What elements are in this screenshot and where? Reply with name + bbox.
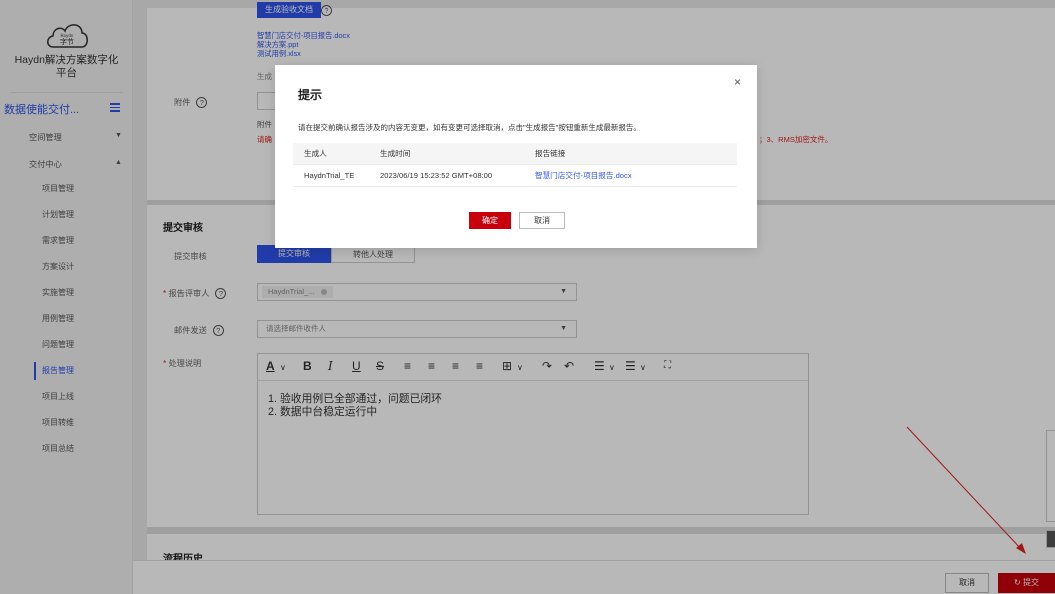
close-icon[interactable]: × — [734, 75, 741, 89]
dialog-ok-button[interactable]: 确定 — [469, 212, 511, 229]
table-header-row: 生成人 生成时间 报告链接 — [293, 143, 737, 165]
creator-cell: HaydnTrial_TE — [304, 171, 355, 180]
column-header: 生成人 — [304, 149, 327, 158]
dialog-cancel-button[interactable]: 取消 — [519, 212, 565, 229]
dialog-title: 提示 — [298, 88, 323, 102]
table-row: HaydnTrial_TE 2023/06/19 15:23:52 GMT+08… — [293, 165, 737, 187]
column-header: 报告链接 — [535, 149, 566, 158]
confirm-dialog: 提示 × 请在提交前确认报告涉及的内容无变更，如有变更可选择取消，点击"生成报告… — [275, 65, 757, 248]
time-cell: 2023/06/19 15:23:52 GMT+08:00 — [380, 171, 493, 180]
column-header: 生成时间 — [380, 149, 411, 158]
report-table: 生成人 生成时间 报告链接 HaydnTrial_TE 2023/06/19 1… — [293, 143, 737, 187]
report-link[interactable]: 智慧门店交付-项目报告.docx — [535, 165, 632, 187]
app-root: Haydn 字节 Haydn解决方案数字化 平台 数据使能交付... 空间管理 … — [0, 0, 1055, 594]
dialog-message: 请在提交前确认报告涉及的内容无变更，如有变更可选择取消，点击"生成报告"按钮重新… — [298, 123, 641, 132]
